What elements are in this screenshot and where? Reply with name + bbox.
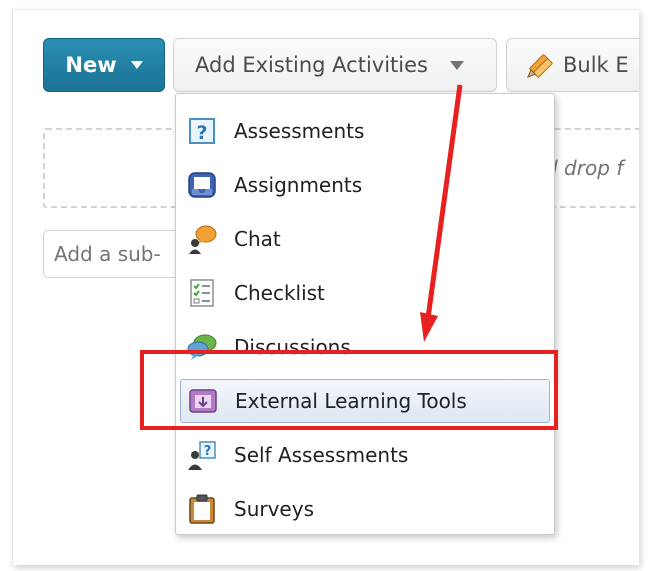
annotation-arrow-icon: [420, 84, 463, 342]
